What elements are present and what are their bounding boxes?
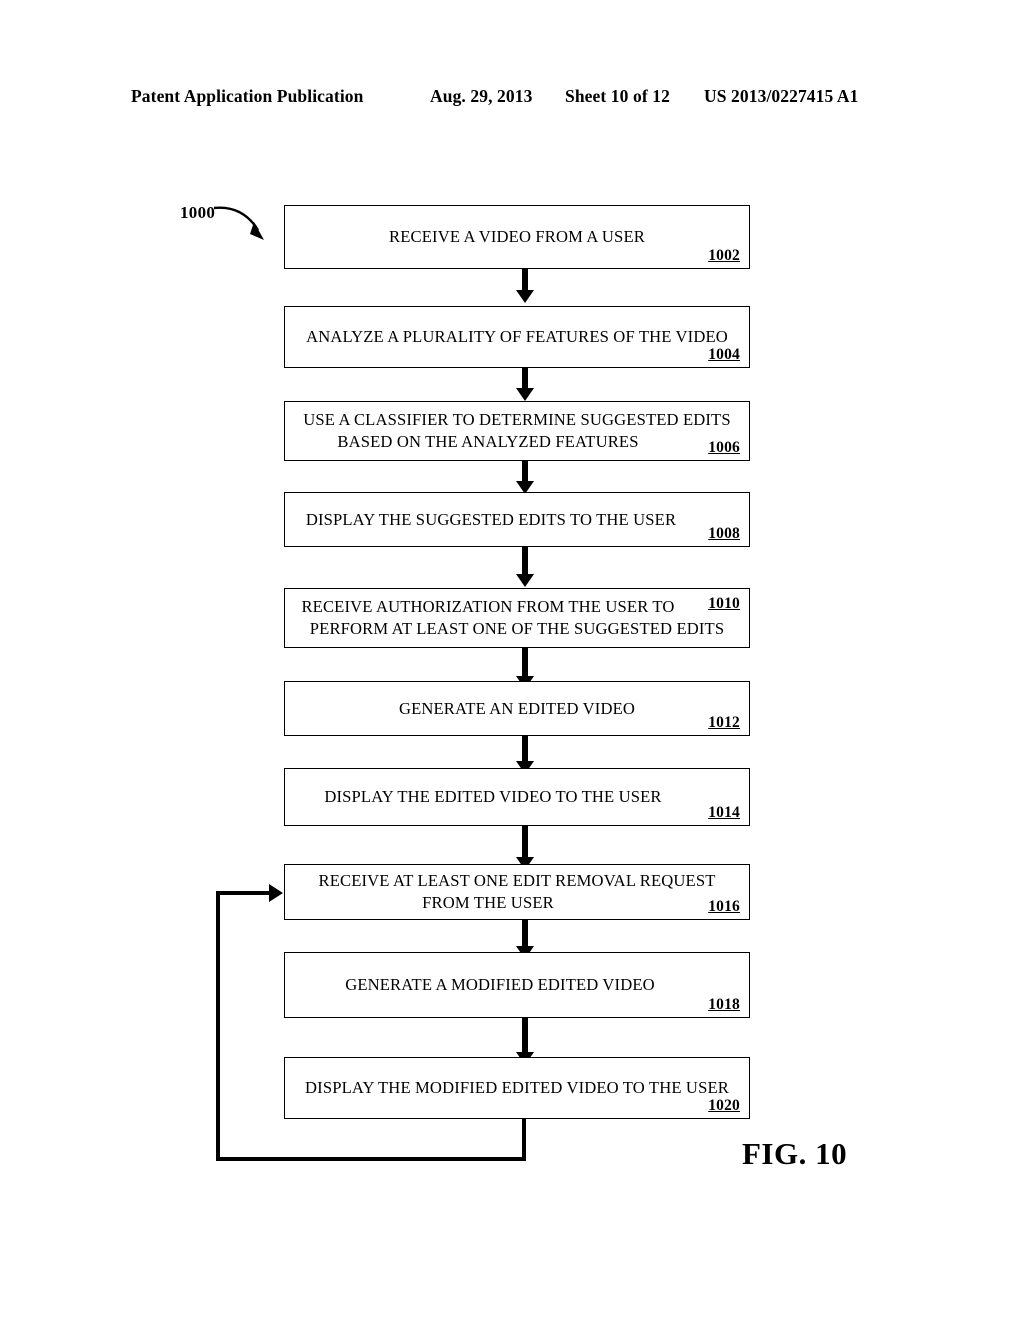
callout-curved-arrow-icon — [213, 206, 264, 240]
flow-step-1016-ref: 1016 — [708, 898, 740, 915]
flow-step-1002-ref: 1002 — [708, 247, 740, 264]
flow-step-1002: RECEIVE A VIDEO FROM A USER 1002 — [284, 205, 750, 269]
flow-step-1020: DISPLAY THE MODIFIED EDITED VIDEO TO THE… — [284, 1057, 750, 1119]
flow-step-1006-ref: 1006 — [708, 439, 740, 456]
flow-step-1002-line-1: RECEIVE A VIDEO FROM A USER — [389, 227, 645, 247]
flow-step-1008-line-1: DISPLAY THE SUGGESTED EDITS TO THE USER — [305, 509, 677, 529]
flow-step-1018: GENERATE A MODIFIED EDITED VIDEO 1018 — [284, 952, 750, 1018]
flow-step-1010: RECEIVE AUTHORIZATION FROM THE USER TO P… — [284, 588, 750, 648]
feedback-loop-arrow-head-icon — [269, 884, 283, 902]
flow-step-1006-line-1: USE A CLASSIFIER TO DETERMINE SUGGESTED … — [303, 410, 731, 430]
flow-step-1020-line-1: DISPLAY THE MODIFIED EDITED VIDEO TO THE… — [305, 1078, 729, 1098]
flow-step-1014: DISPLAY THE EDITED VIDEO TO THE USER 101… — [284, 768, 750, 826]
flow-step-1018-body: GENERATE A MODIFIED EDITED VIDEO — [293, 953, 741, 1017]
feedback-loop-segment-right — [216, 891, 271, 895]
flow-step-1014-line-1: DISPLAY THE EDITED VIDEO TO THE USER — [324, 787, 662, 807]
flow-step-1010-line-2: PERFORM AT LEAST ONE OF THE SUGGESTED ED… — [309, 619, 725, 638]
flow-step-1020-ref: 1020 — [708, 1097, 740, 1114]
flow-step-1016-line-2: FROM THE USER — [422, 893, 554, 912]
flow-step-1016: RECEIVE AT LEAST ONE EDIT REMOVAL REQUES… — [284, 864, 750, 920]
flow-step-1004: ANALYZE A PLURALITY OF FEATURES OF THE V… — [284, 306, 750, 368]
figure-caption: FIG. 10 — [742, 1136, 848, 1171]
feedback-loop-segment-left — [216, 1157, 526, 1161]
flow-step-1006-line-2: BASED ON THE ANALYZED FEATURES — [337, 432, 639, 451]
flow-step-1010-body: RECEIVE AUTHORIZATION FROM THE USER TO P… — [293, 589, 741, 647]
flow-step-1002-body: RECEIVE A VIDEO FROM A USER — [293, 206, 741, 268]
feedback-loop-segment-down — [522, 1119, 526, 1161]
flow-step-1012: GENERATE AN EDITED VIDEO 1012 — [284, 681, 750, 736]
flow-step-1004-body: ANALYZE A PLURALITY OF FEATURES OF THE V… — [293, 307, 741, 367]
flow-step-1018-line-1: GENERATE A MODIFIED EDITED VIDEO — [345, 975, 655, 995]
flow-step-1012-ref: 1012 — [708, 714, 740, 731]
flow-step-1010-ref: 1010 — [708, 595, 740, 612]
flow-step-1012-body: GENERATE AN EDITED VIDEO — [293, 682, 741, 735]
flowchart-diagram: 1000 RECEIVE A VIDEO FROM A USER 1002 AN… — [0, 0, 1024, 1320]
flow-step-1006: USE A CLASSIFIER TO DETERMINE SUGGESTED … — [284, 401, 750, 461]
flow-step-1014-ref: 1014 — [708, 804, 740, 821]
flow-step-1008: DISPLAY THE SUGGESTED EDITS TO THE USER … — [284, 492, 750, 547]
flow-step-1016-body: RECEIVE AT LEAST ONE EDIT REMOVAL REQUES… — [293, 865, 741, 919]
flow-step-1020-body: DISPLAY THE MODIFIED EDITED VIDEO TO THE… — [293, 1058, 741, 1118]
flow-step-1018-ref: 1018 — [708, 996, 740, 1013]
diagram-reference-label: 1000 — [180, 203, 216, 222]
flow-step-1008-ref: 1008 — [708, 525, 740, 542]
flow-step-1008-body: DISPLAY THE SUGGESTED EDITS TO THE USER — [293, 493, 741, 546]
flow-step-1004-ref: 1004 — [708, 346, 740, 363]
flow-step-1014-body: DISPLAY THE EDITED VIDEO TO THE USER — [293, 769, 741, 825]
flow-step-1012-line-1: GENERATE AN EDITED VIDEO — [398, 698, 636, 718]
flow-step-1010-line-1: RECEIVE AUTHORIZATION FROM THE USER TO — [301, 597, 675, 617]
flow-step-1004-line-1: ANALYZE A PLURALITY OF FEATURES OF THE V… — [306, 327, 728, 347]
feedback-loop-segment-up — [216, 891, 220, 1161]
flow-step-1006-body: USE A CLASSIFIER TO DETERMINE SUGGESTED … — [293, 402, 741, 460]
flow-step-1016-line-1: RECEIVE AT LEAST ONE EDIT REMOVAL REQUES… — [318, 871, 716, 891]
